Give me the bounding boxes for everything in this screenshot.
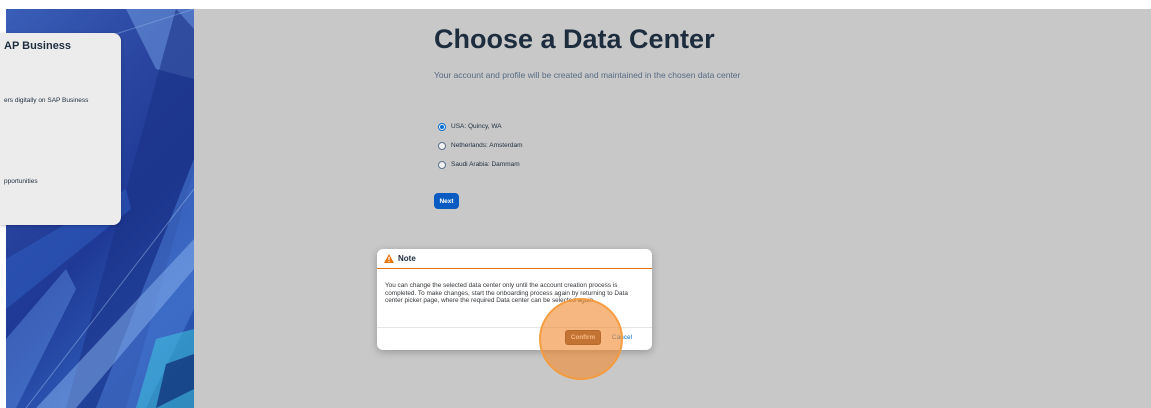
page-title: Choose a Data Center (434, 24, 715, 54)
radio-label: Saudi Arabia: Dammam (451, 161, 520, 168)
confirm-button[interactable]: Confirm (565, 330, 601, 345)
radio-option-usa[interactable]: USA: Quincy, WA (438, 117, 523, 136)
data-center-radio-group: USA: Quincy, WA Netherlands: Amsterdam S… (438, 117, 523, 174)
radio-button[interactable] (438, 122, 446, 131)
dialog-header: Note (377, 249, 652, 269)
main-overlay (194, 9, 1151, 408)
page: AP Business ers digitally on SAP Busines… (0, 0, 1151, 408)
radio-label: USA: Quincy, WA (451, 123, 502, 130)
radio-option-netherlands[interactable]: Netherlands: Amsterdam (438, 136, 523, 155)
info-card-title: AP Business (4, 40, 72, 52)
radio-label: Netherlands: Amsterdam (451, 142, 523, 149)
info-card (0, 33, 121, 225)
info-card-text: ers digitally on SAP Business (4, 97, 89, 104)
radio-option-saudi-arabia[interactable]: Saudi Arabia: Dammam (438, 155, 523, 174)
next-button[interactable]: Next (434, 193, 459, 209)
radio-button[interactable] (438, 160, 446, 169)
radio-button[interactable] (438, 141, 446, 150)
page-subtitle: Your account and profile will be created… (434, 70, 741, 80)
warning-icon (384, 254, 394, 263)
cancel-button[interactable]: Cancel (604, 330, 640, 345)
dialog-message: You can change the selected data center … (385, 282, 628, 304)
dialog-footer-divider (377, 327, 652, 328)
dialog-title: Note (398, 254, 416, 263)
info-card-text: pportunities (4, 178, 38, 185)
